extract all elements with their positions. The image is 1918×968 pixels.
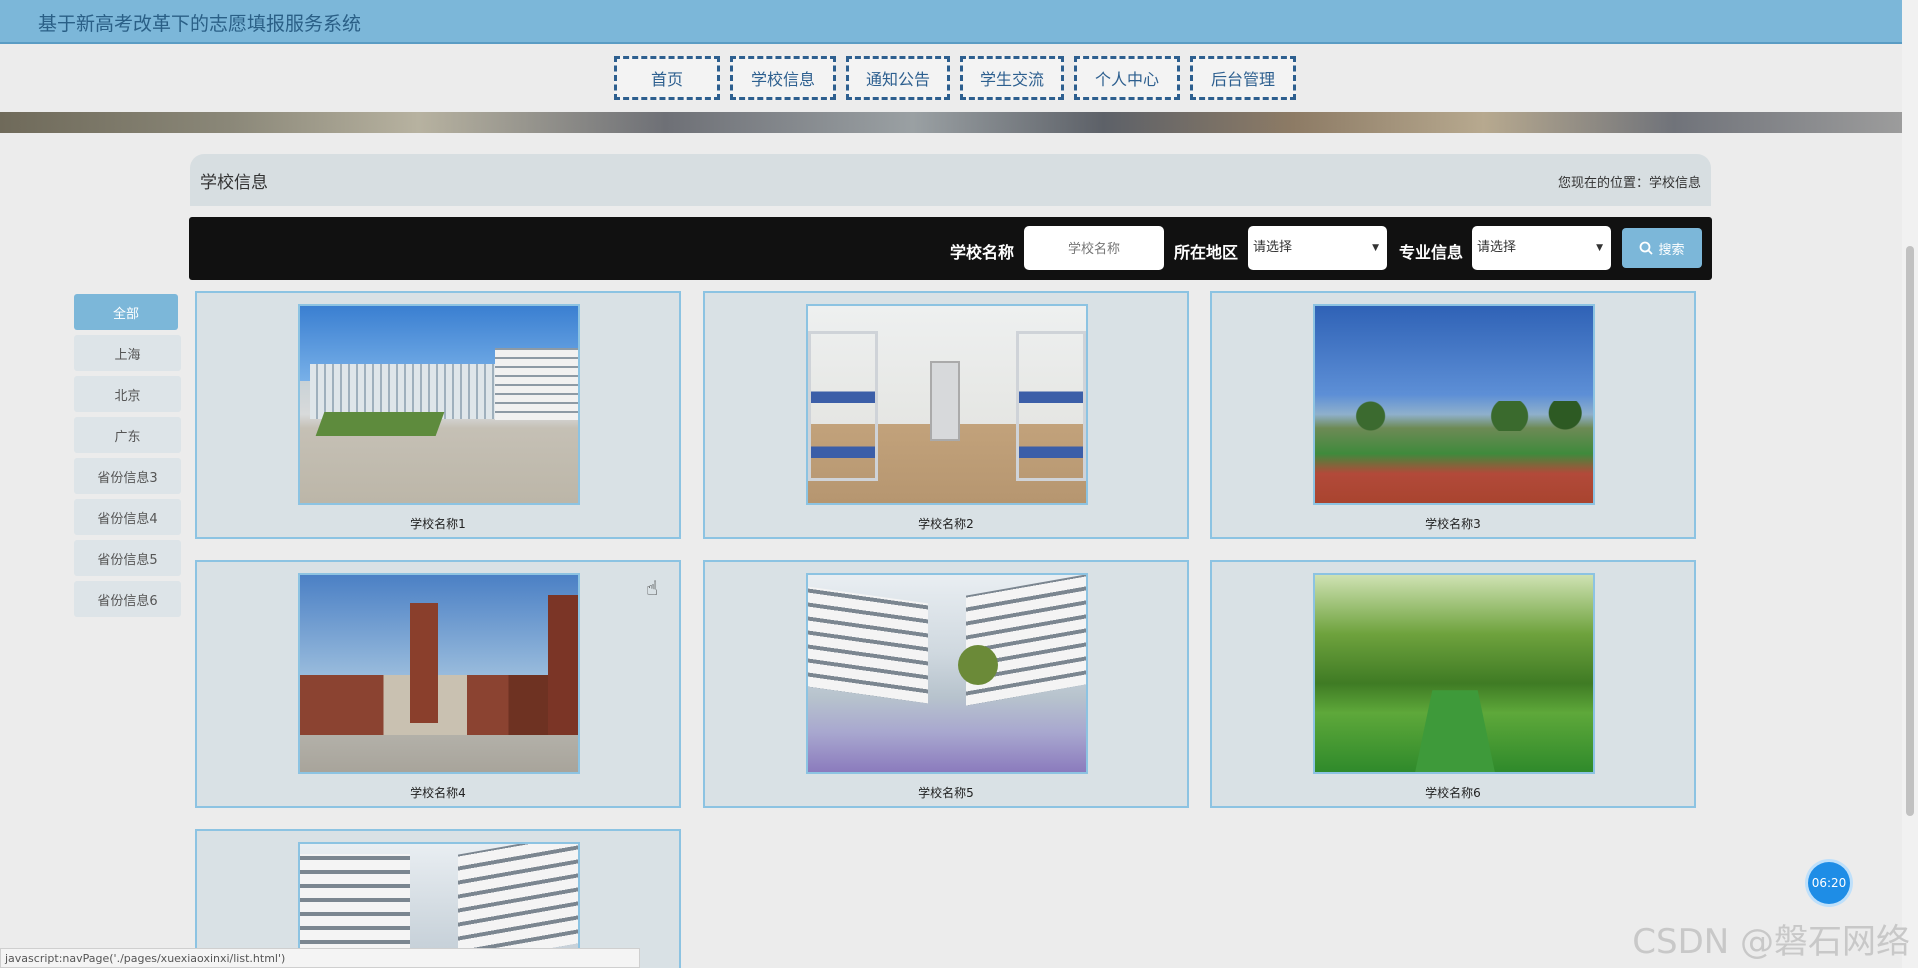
nav-personal-center[interactable]: 个人中心 [1074, 56, 1180, 100]
region-select[interactable]: 请选择 ▼ [1248, 226, 1387, 270]
search-bar: 学校名称 所在地区 请选择 ▼ 专业信息 请选择 ▼ 搜索 [189, 217, 1712, 280]
hand-cursor-icon: ☝ [646, 576, 659, 600]
watermark: CSDN @磐石网络 [1632, 922, 1910, 962]
search-button-label: 搜索 [1658, 242, 1685, 258]
school-name[interactable]: 学校名称4 [197, 784, 679, 801]
chevron-down-icon: ▼ [1372, 243, 1379, 253]
top-header: 基于新高考改革下的志愿填报服务系统 [0, 0, 1902, 44]
sidebar-item-province-4[interactable]: 省份信息4 [74, 499, 181, 535]
school-photo[interactable] [298, 304, 580, 505]
school-card[interactable]: 学校名称4 [195, 560, 681, 808]
school-name[interactable]: 学校名称6 [1212, 784, 1694, 801]
sidebar-item-all[interactable]: 全部 [74, 294, 178, 330]
scrollbar-thumb[interactable] [1906, 246, 1914, 816]
school-name[interactable]: 学校名称2 [705, 515, 1187, 532]
sidebar-item-province-5[interactable]: 省份信息5 [74, 540, 181, 576]
school-card[interactable]: 学校名称5 [703, 560, 1189, 808]
nav-admin[interactable]: 后台管理 [1190, 56, 1296, 100]
page-scrollbar[interactable] [1902, 0, 1918, 968]
school-name-input[interactable] [1024, 226, 1164, 270]
sidebar-item-province-6[interactable]: 省份信息6 [74, 581, 181, 617]
region-sidebar: 全部 上海 北京 广东 省份信息3 省份信息4 省份信息5 省份信息6 [74, 294, 184, 622]
school-name[interactable]: 学校名称1 [197, 515, 679, 532]
school-photo[interactable] [1313, 304, 1595, 505]
major-select[interactable]: 请选择 ▼ [1472, 226, 1611, 270]
search-button[interactable]: 搜索 [1622, 228, 1702, 268]
nav-notices[interactable]: 通知公告 [846, 56, 950, 100]
school-card[interactable]: 学校名称1 [195, 291, 681, 539]
timer-badge: 06:20 [1808, 862, 1850, 904]
section-header: 学校信息 您现在的位置：学校信息 [190, 154, 1711, 206]
search-icon [1640, 241, 1654, 255]
section-title: 学校信息 [200, 173, 268, 193]
school-card[interactable]: 学校名称2 [703, 291, 1189, 539]
app-title: 基于新高考改革下的志愿填报服务系统 [38, 13, 362, 35]
status-bar-url: javascript:navPage('./pages/xuexiaoxinxi… [0, 948, 640, 968]
school-name[interactable]: 学校名称5 [705, 784, 1187, 801]
school-photo[interactable] [806, 304, 1088, 505]
school-photo[interactable] [298, 573, 580, 774]
major-select-value: 请选择 [1477, 240, 1517, 255]
sidebar-item-province-3[interactable]: 省份信息3 [74, 458, 181, 494]
sidebar-item-guangdong[interactable]: 广东 [74, 417, 181, 453]
sidebar-item-beijing[interactable]: 北京 [74, 376, 181, 412]
major-label: 专业信息 [1399, 243, 1464, 262]
school-name-label: 学校名称 [950, 243, 1015, 262]
school-name[interactable]: 学校名称3 [1212, 515, 1694, 532]
region-select-value: 请选择 [1253, 240, 1293, 255]
sidebar-item-shanghai[interactable]: 上海 [74, 335, 181, 371]
banner-image [0, 112, 1902, 133]
school-card[interactable]: 学校名称3 [1210, 291, 1696, 539]
region-label: 所在地区 [1174, 243, 1239, 262]
school-card[interactable]: 学校名称6 [1210, 560, 1696, 808]
school-photo[interactable] [806, 573, 1088, 774]
nav-home[interactable]: 首页 [614, 56, 720, 100]
nav-student-exchange[interactable]: 学生交流 [960, 56, 1064, 100]
breadcrumb: 您现在的位置：学校信息 [1557, 176, 1701, 191]
nav-school-info[interactable]: 学校信息 [730, 56, 836, 100]
chevron-down-icon: ▼ [1596, 243, 1603, 253]
main-nav: 首页 学校信息 通知公告 学生交流 个人中心 后台管理 [614, 56, 1306, 100]
nav-bar: 首页 学校信息 通知公告 学生交流 个人中心 后台管理 [0, 46, 1902, 114]
school-photo[interactable] [1313, 573, 1595, 774]
